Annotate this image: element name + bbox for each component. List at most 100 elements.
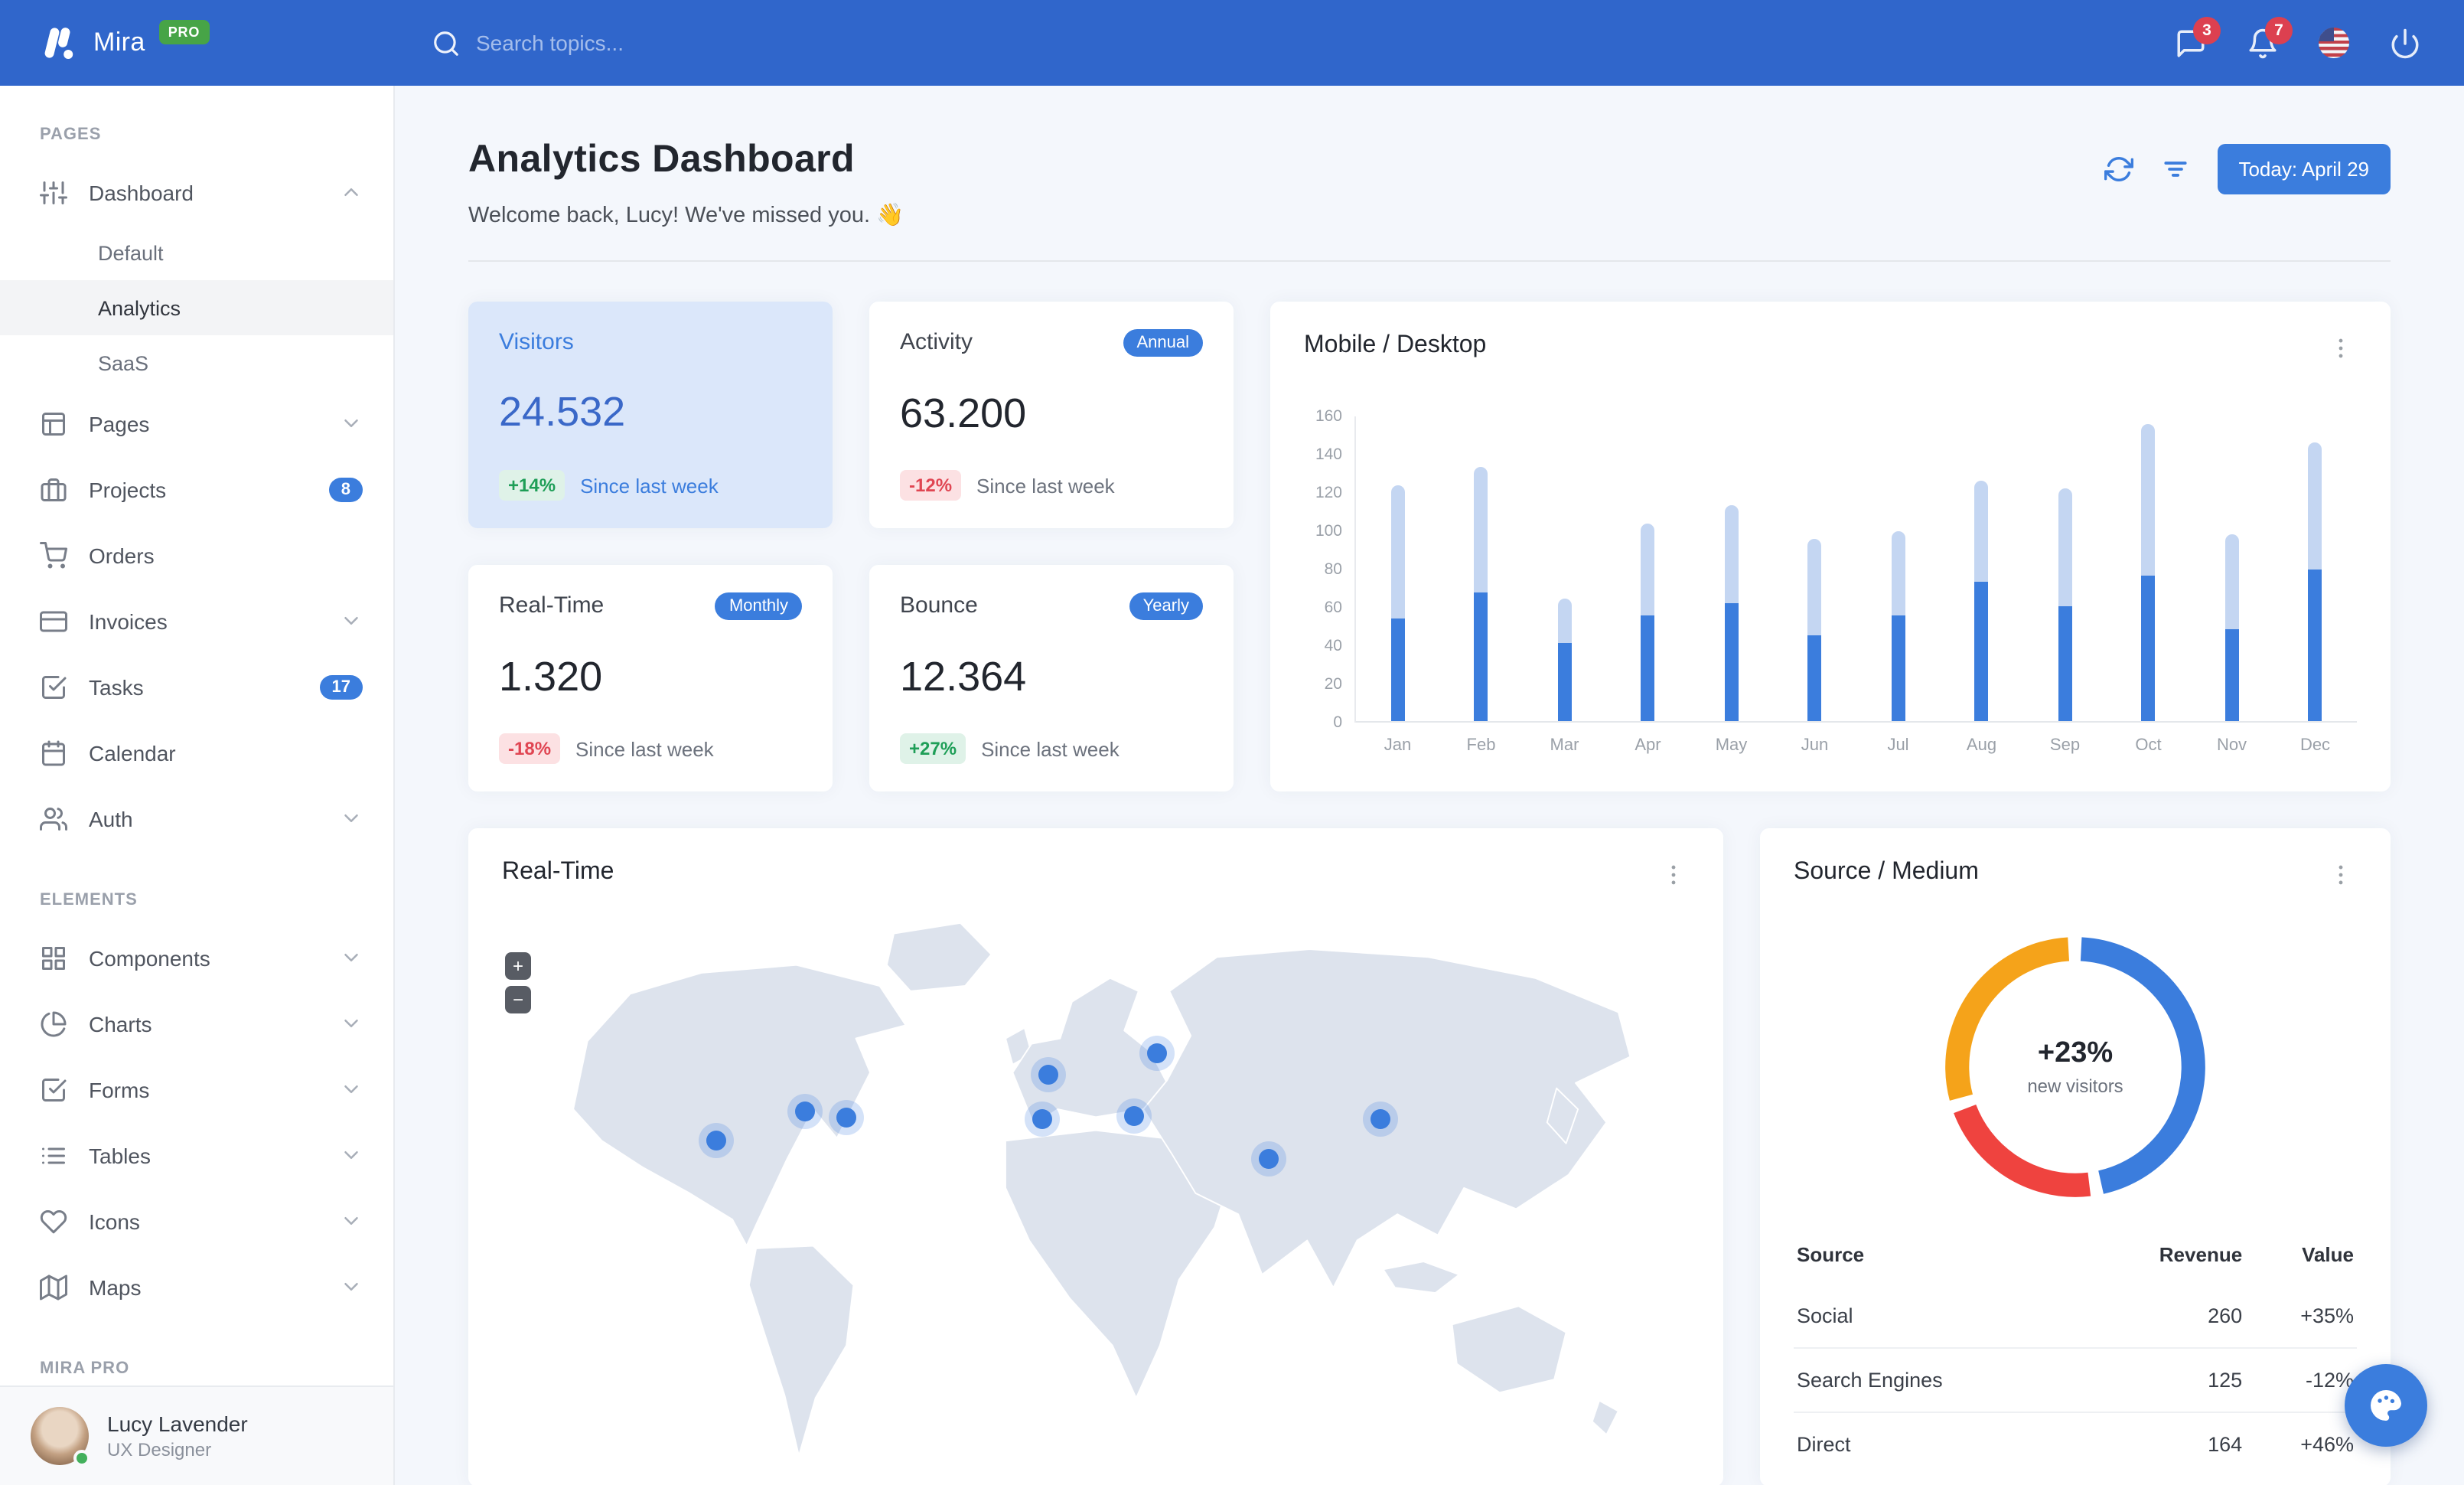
header-actions: Today: April 29 [2104,144,2391,194]
map-menu-button[interactable] [1657,859,1690,891]
stat-note: Since last week [580,474,719,497]
bar-segment-mobile [2308,570,2322,721]
theme-settings-button[interactable] [2345,1364,2427,1447]
mobile-desktop-chart-card: Mobile / Desktop 0 20 40 60 80 100 120 140 160 J… [1270,302,2391,791]
bar-segment-mobile [1974,581,1989,721]
sidebar-item-forms[interactable]: Forms [0,1056,393,1122]
stacked-bar-chart: 0 20 40 60 80 100 120 140 160 [1304,407,2357,732]
calendar-icon [40,739,67,766]
sidebar-item-charts[interactable]: Charts [0,991,393,1056]
bar-segment-desktop [2308,442,2322,570]
x-axis-tick-label: Sep [2049,736,2081,755]
y-axis-tick-label: 140 [1315,445,1342,464]
sidebar-subitem-analytics[interactable]: Analytics [0,280,393,335]
sidebar-item-maps[interactable]: Maps [0,1254,393,1320]
world-map-graphic [572,922,1631,1457]
bar-apr [1606,416,1690,721]
stat-period-badge[interactable]: Yearly [1129,592,1203,620]
sidebar-item-auth[interactable]: Auth [0,785,393,851]
map-marker[interactable] [1258,1149,1279,1170]
y-axis-tick-label: 60 [1324,599,1342,617]
bar-segment-mobile [2141,576,2156,721]
map-marker[interactable] [1038,1065,1058,1085]
source-card-title: Source / Medium [1794,859,1979,885]
filter-button[interactable] [2160,155,2189,184]
source-cell: Search Engines [1794,1347,2079,1412]
stat-title: Activity [900,329,973,355]
sidebar-item-label: Forms [89,1077,150,1102]
map-marker[interactable] [1123,1106,1144,1127]
logout-button[interactable] [2389,27,2421,59]
map-zoom-controls: + − [505,952,531,1013]
sidebar-item-orders[interactable]: Orders [0,522,393,588]
sidebar-section-label-elements: ELEMENTS [40,891,138,909]
sidebar-item-icons[interactable]: Icons [0,1188,393,1254]
sidebar-section-label-pages: PAGES [40,126,102,144]
sidebar-item-label: Projects [89,477,167,501]
map-marker[interactable] [706,1131,726,1151]
bar-jun [1773,416,1856,721]
bar-segment-desktop [1724,504,1739,602]
source-menu-button[interactable] [2325,859,2357,891]
search-input[interactable] [476,31,874,55]
source-table-header-revenue: Revenue [2159,1243,2243,1266]
map-zoom-in-button[interactable]: + [505,952,531,980]
map-marker[interactable] [1371,1109,1391,1129]
map-marker[interactable] [794,1101,815,1121]
chevron-down-icon [340,1144,363,1167]
refresh-icon [2104,155,2133,184]
sidebar-item-projects[interactable]: Projects 8 [0,456,393,522]
bar-segment-mobile [1641,615,1655,721]
chart-menu-button[interactable] [2325,332,2357,364]
sidebar-subitem-saas[interactable]: SaaS [0,335,393,390]
sidebar-item-dashboard[interactable]: Dashboard [0,159,393,225]
sidebar-section-label-mira-pro: MIRA PRO [40,1359,130,1378]
refresh-button[interactable] [2104,155,2133,184]
bar-segment-desktop [1641,524,1655,616]
stat-period-badge[interactable]: Annual [1123,329,1203,357]
sidebar-item-label: Orders [89,543,155,567]
sidebar-item-pages[interactable]: Pages [0,390,393,456]
map-marker[interactable] [1147,1043,1168,1063]
language-flag-button[interactable] [2319,28,2349,58]
bar-aug [1940,416,2023,721]
source-table-header-source: Source [1797,1243,1865,1266]
welcome-message: Welcome back, Lucy! We've missed you. 👋 [468,204,904,228]
map-zoom-out-button[interactable]: − [505,986,531,1013]
source-cell: Direct [1794,1412,2079,1476]
stat-value: 12.364 [900,654,1027,700]
sidebar-user[interactable]: Lucy Lavender UX Designer [0,1385,393,1485]
donut-center-label: +23% new visitors [2027,1037,2123,1097]
map-marker[interactable] [836,1107,857,1128]
sidebar-item-calendar[interactable]: Calendar [0,720,393,785]
navbar-search [432,28,2175,57]
bar-segment-desktop [2141,424,2156,576]
notifications-button[interactable]: 7 [2247,16,2293,59]
world-map: + − [502,912,1690,1464]
stat-period-badge[interactable]: Monthly [715,592,802,620]
map-marker[interactable] [1032,1109,1053,1129]
x-axis-tick-label: Aug [1966,736,1997,755]
sidebar-item-label: Invoices [89,609,168,633]
sidebar-subitem-default[interactable]: Default [0,225,393,280]
sidebar-item-tables[interactable]: Tables [0,1122,393,1188]
sidebar-count-badge: 8 [328,477,363,501]
messages-button[interactable]: 3 [2175,16,2221,59]
sidebar-item-label: Auth [89,806,133,831]
sidebar-item-label: Pages [89,411,150,436]
bar-segment-mobile [2058,606,2072,721]
y-axis-tick-label: 160 [1315,407,1342,426]
bar-segment-mobile [1557,642,1572,721]
sidebar-item-invoices[interactable]: Invoices [0,588,393,654]
donut-center-subtext: new visitors [2027,1075,2123,1097]
avatar [31,1407,90,1467]
sidebar-item-tasks[interactable]: Tasks 17 [0,654,393,720]
us-flag-icon [2319,28,2334,41]
bar-nov [2190,416,2273,721]
today-date-button[interactable]: Today: April 29 [2217,144,2391,194]
bar-chart-plot [1356,416,2357,723]
brand[interactable]: Mira PRO [0,20,395,63]
sidebar-item-components[interactable]: Components [0,925,393,991]
stat-title: Real-Time [499,592,605,618]
stat-card-bounce: Bounce Yearly 12.364 +27% Since last week [869,565,1234,791]
